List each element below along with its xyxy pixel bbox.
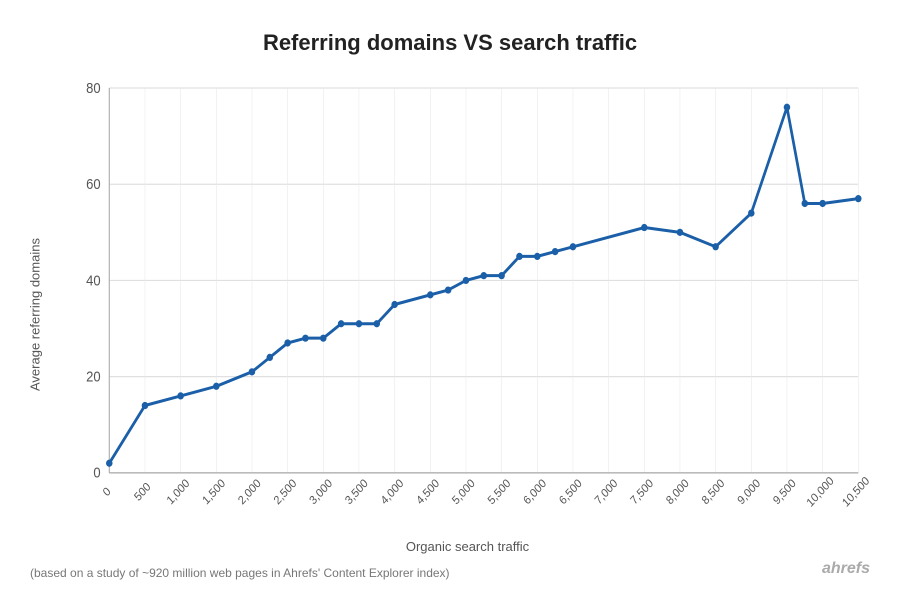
svg-text:8,000: 8,000: [664, 477, 691, 507]
svg-text:4,500: 4,500: [415, 477, 442, 507]
svg-text:8,500: 8,500: [700, 477, 727, 507]
svg-text:6,500: 6,500: [557, 477, 584, 507]
svg-text:4,000: 4,000: [379, 477, 406, 507]
svg-text:10,000: 10,000: [805, 475, 836, 510]
chart-title: Referring domains VS search traffic: [263, 30, 637, 56]
svg-text:0: 0: [101, 485, 113, 499]
svg-text:5,000: 5,000: [450, 477, 477, 507]
chart-plot: 0 20 40 60 80 0 500 1,000 1,500 2,000 2,500 3,000 3,…: [55, 76, 880, 533]
y-axis-label: Average referring domains: [20, 76, 50, 554]
svg-text:3,000: 3,000: [308, 477, 335, 507]
svg-text:1,500: 1,500: [201, 477, 228, 507]
ahrefs-logo: ahrefs: [822, 560, 870, 578]
footer-note: (based on a study of ~920 million web pa…: [30, 566, 450, 580]
svg-text:5,500: 5,500: [486, 477, 513, 507]
svg-text:20: 20: [86, 369, 101, 385]
svg-text:0: 0: [93, 465, 101, 481]
svg-text:3,500: 3,500: [343, 477, 370, 507]
svg-text:9,500: 9,500: [771, 477, 798, 507]
svg-text:40: 40: [86, 273, 101, 289]
page: Referring domains VS search traffic Aver…: [0, 0, 900, 600]
svg-text:2,500: 2,500: [272, 477, 299, 507]
svg-text:9,000: 9,000: [736, 477, 763, 507]
x-axis-label: Organic search traffic: [55, 539, 880, 554]
svg-text:7,500: 7,500: [629, 477, 656, 507]
svg-text:10,500: 10,500: [841, 475, 872, 510]
svg-text:1,000: 1,000: [165, 477, 192, 507]
svg-text:6,000: 6,000: [522, 477, 549, 507]
svg-text:60: 60: [86, 176, 101, 192]
svg-text:2,000: 2,000: [236, 477, 263, 507]
chart-inner: 0 20 40 60 80 0 500 1,000 1,500 2,000 2,500 3,000 3,…: [55, 76, 880, 554]
chart-area: Average referring domains 0 20 40 60 80 0 500 1…: [20, 76, 880, 554]
footer-row: (based on a study of ~920 million web pa…: [20, 558, 880, 580]
chart-svg: 0 20 40 60 80 0 500 1,000 1,500 2,000 2,500 3,000 3,…: [55, 76, 880, 533]
svg-text:7,000: 7,000: [593, 477, 620, 507]
svg-text:500: 500: [133, 481, 154, 504]
svg-text:80: 80: [86, 80, 101, 96]
